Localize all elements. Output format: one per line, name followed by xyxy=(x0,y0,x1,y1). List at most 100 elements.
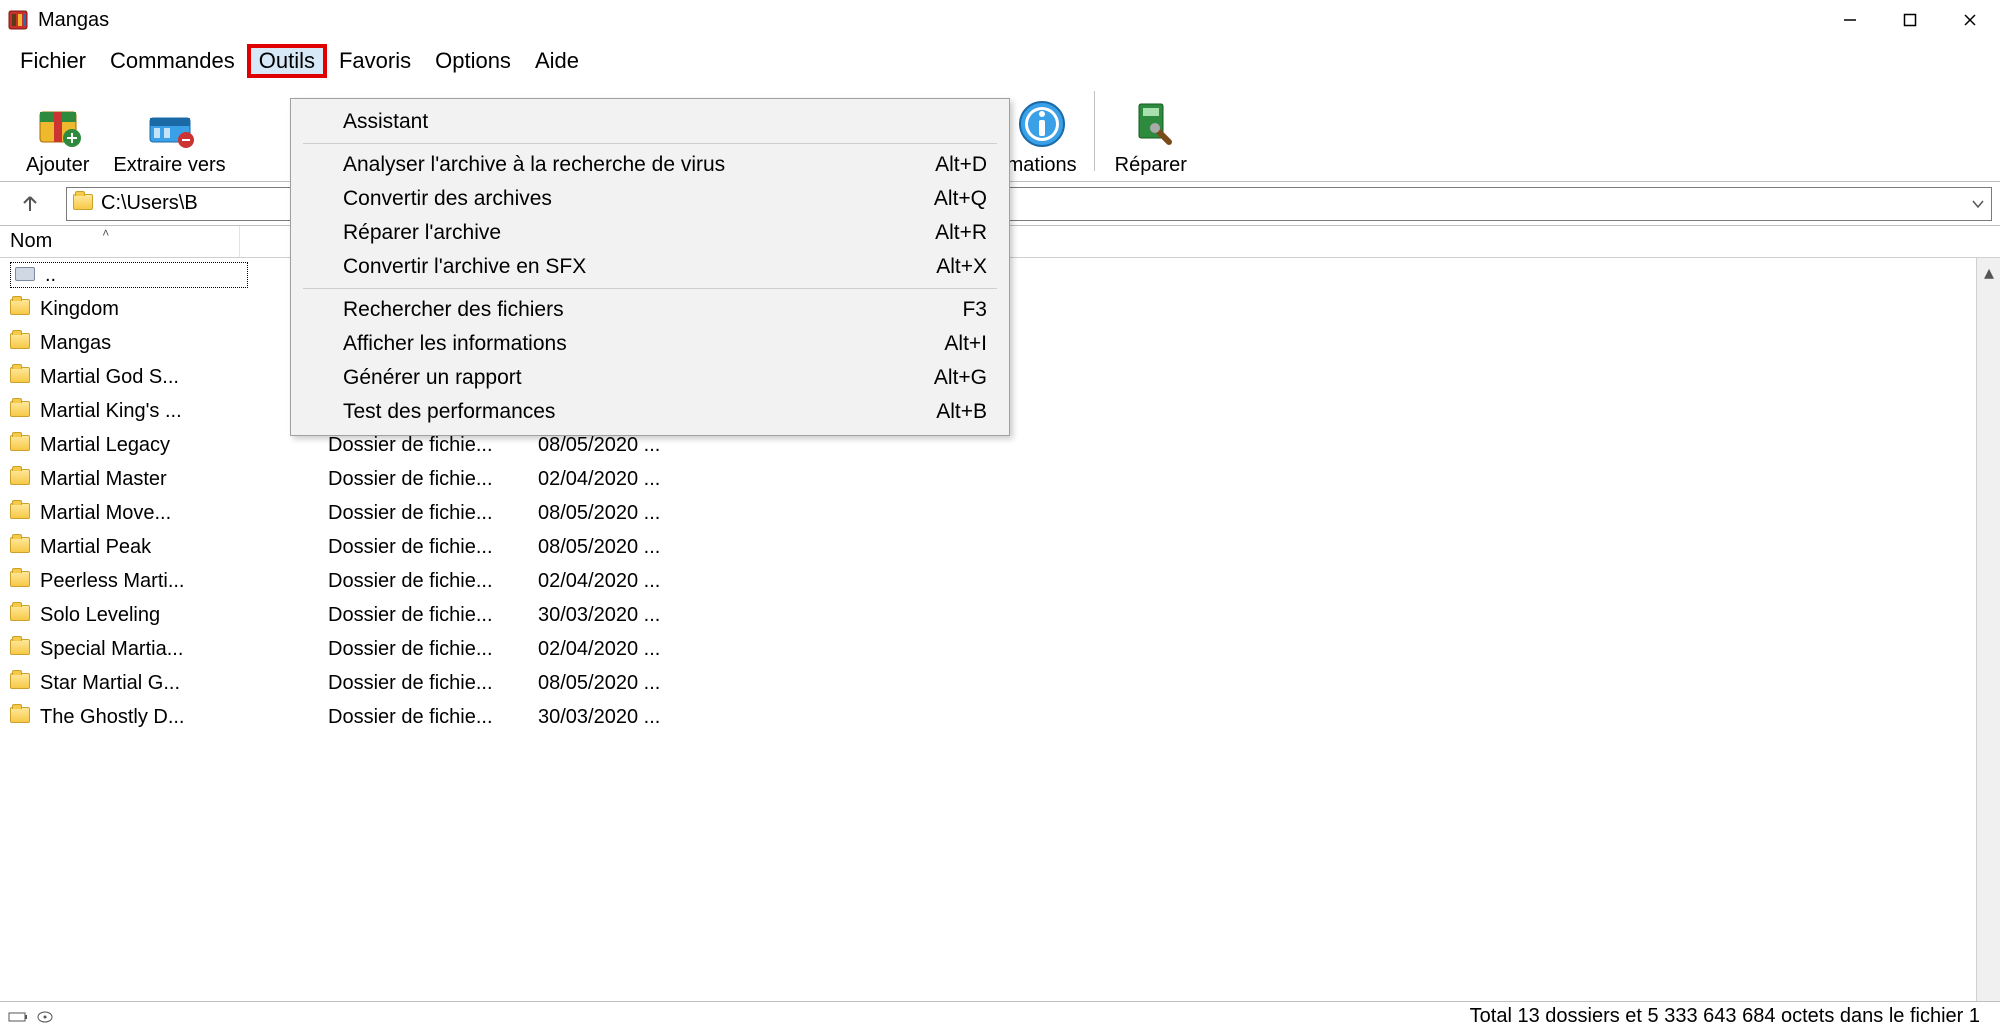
menu-item[interactable]: Test des performancesAlt+B xyxy=(295,395,1005,429)
file-type: Dossier de fichie... xyxy=(328,502,538,525)
file-name: Martial Legacy xyxy=(40,434,238,457)
file-date: 08/05/2020 ... xyxy=(538,536,718,559)
menu-item-label: Convertir l'archive en SFX xyxy=(343,255,586,279)
maximize-button[interactable] xyxy=(1880,0,1940,40)
folder-icon xyxy=(10,638,32,660)
menu-item[interactable]: Convertir l'archive en SFX Alt+X xyxy=(295,250,1005,284)
folder-icon xyxy=(10,536,32,558)
file-type: Dossier de fichie... xyxy=(328,536,538,559)
toolbar-extraire-label: Extraire vers xyxy=(113,154,225,177)
file-date: 08/05/2020 ... xyxy=(538,434,718,457)
menu-item-shortcut: Alt+D xyxy=(935,153,987,177)
folder-icon xyxy=(10,400,32,422)
file-name: Martial God S... xyxy=(40,366,238,389)
toolbar-ajouter[interactable]: Ajouter xyxy=(14,85,101,177)
menu-item-shortcut: Alt+I xyxy=(944,332,987,356)
file-type: Dossier de fichie... xyxy=(328,468,538,491)
column-name[interactable]: Nom ˄ xyxy=(0,226,240,257)
drive-icon xyxy=(15,264,37,286)
menu-item-label: Assistant xyxy=(343,110,428,134)
toolbar-extraire[interactable]: Extraire vers xyxy=(101,85,237,177)
archive-add-icon xyxy=(32,98,84,150)
file-type: Dossier de fichie... xyxy=(328,434,538,457)
menu-item[interactable]: Assistant xyxy=(295,105,1005,139)
menu-item-shortcut: Alt+G xyxy=(934,366,987,390)
file-name: .. xyxy=(45,264,243,287)
menubar: Fichier Commandes Outils Favoris Options… xyxy=(0,40,2000,80)
list-item[interactable]: Martial Move... Dossier de fichie...08/05… xyxy=(0,496,2000,530)
folder-icon xyxy=(10,366,32,388)
close-button[interactable] xyxy=(1940,0,2000,40)
minimize-button[interactable] xyxy=(1820,0,1880,40)
list-item[interactable]: Star Martial G...Dossier de fichie...08/… xyxy=(0,666,2000,700)
menu-item[interactable]: Convertir des archivesAlt+Q xyxy=(295,182,1005,216)
toolbar-informations[interactable]: mations xyxy=(998,85,1086,177)
menu-favoris[interactable]: Favoris xyxy=(327,44,423,78)
file-date: 08/05/2020 ... xyxy=(538,502,718,525)
menu-item-label: Réparer l'archive xyxy=(343,221,501,245)
file-type: Dossier de fichie... xyxy=(328,570,538,593)
menu-item-label: Afficher les informations xyxy=(343,332,567,356)
folder-icon xyxy=(10,502,32,524)
battery-icon xyxy=(8,1010,30,1024)
menu-item-shortcut: Alt+X xyxy=(936,255,987,279)
list-item[interactable]: The Ghostly D...Dossier de fichie...30/0… xyxy=(0,700,2000,734)
info-icon xyxy=(1016,98,1068,150)
menu-item[interactable]: Réparer l'archive Alt+R xyxy=(295,216,1005,250)
repair-icon xyxy=(1125,98,1177,150)
address-path: C:\Users\B xyxy=(101,192,198,215)
menu-options[interactable]: Options xyxy=(423,44,523,78)
file-name: Special Martia... xyxy=(40,638,238,661)
menu-item[interactable]: Afficher les informations Alt+I xyxy=(295,327,1005,361)
folder-icon xyxy=(10,604,32,626)
menu-separator xyxy=(303,288,997,289)
menu-item-label: Générer un rapport xyxy=(343,366,522,390)
menu-commandes[interactable]: Commandes xyxy=(98,44,247,78)
folder-icon xyxy=(73,193,95,215)
toolbar-informations-label: mations xyxy=(1007,154,1077,177)
file-type: Dossier de fichie... xyxy=(328,638,538,661)
menu-item-label: Convertir des archives xyxy=(343,187,552,211)
menu-item[interactable]: Analyser l'archive à la recherche de vir… xyxy=(295,148,1005,182)
scrollbar[interactable]: ▴ xyxy=(1976,258,2000,1004)
toolbar-separator xyxy=(1094,91,1095,171)
file-name: Peerless Marti... xyxy=(40,570,238,593)
sort-indicator-icon: ˄ xyxy=(102,226,109,240)
menu-item-shortcut: Alt+R xyxy=(935,221,987,245)
folder-icon xyxy=(10,298,32,320)
file-name: Martial Peak xyxy=(40,536,238,559)
file-name: Kingdom xyxy=(40,298,238,321)
file-type: Dossier de fichie... xyxy=(328,604,538,627)
archive-extract-icon xyxy=(144,98,196,150)
file-name: Martial King's ... xyxy=(40,400,238,423)
file-date: 02/04/2020 ... xyxy=(538,570,718,593)
scroll-up-icon[interactable]: ▴ xyxy=(1980,262,1998,282)
file-name: Solo Leveling xyxy=(40,604,238,627)
menu-item-label: Test des performances xyxy=(343,400,555,424)
file-type: Dossier de fichie... xyxy=(328,672,538,695)
menu-item-shortcut: F3 xyxy=(962,298,987,322)
file-date: 30/03/2020 ... xyxy=(538,706,718,729)
toolbar-reparer[interactable]: Réparer xyxy=(1103,85,1199,177)
menu-item[interactable]: Rechercher des fichiersF3 xyxy=(295,293,1005,327)
up-button[interactable] xyxy=(8,187,52,221)
menu-outils[interactable]: Outils xyxy=(247,44,327,78)
toolbar-ajouter-label: Ajouter xyxy=(26,154,89,177)
menu-aide[interactable]: Aide xyxy=(523,44,591,78)
file-name: Mangas xyxy=(40,332,238,355)
file-date: 08/05/2020 ... xyxy=(538,672,718,695)
outils-menu: Assistant Analyser l'archive à la recherc… xyxy=(290,98,1010,436)
list-item[interactable]: Martial Peak Dossier de fichie...08/05/20… xyxy=(0,530,2000,564)
app-icon xyxy=(6,8,30,32)
menu-item[interactable]: Générer un rapport Alt+G xyxy=(295,361,1005,395)
chevron-down-icon[interactable] xyxy=(1971,197,1985,211)
list-item[interactable]: Solo LevelingDossier de fichie...30/03/2… xyxy=(0,598,2000,632)
list-item[interactable]: Special Martia...Dossier de fichie...02/… xyxy=(0,632,2000,666)
folder-icon xyxy=(10,706,32,728)
folder-icon xyxy=(10,332,32,354)
file-name: Martial Move... xyxy=(40,502,238,525)
menu-fichier[interactable]: Fichier xyxy=(8,44,98,78)
file-type: Dossier de fichie... xyxy=(328,706,538,729)
list-item[interactable]: Martial MasterDossier de fichie...02/04/… xyxy=(0,462,2000,496)
list-item[interactable]: Peerless Marti... Dossier de fichie...02/… xyxy=(0,564,2000,598)
